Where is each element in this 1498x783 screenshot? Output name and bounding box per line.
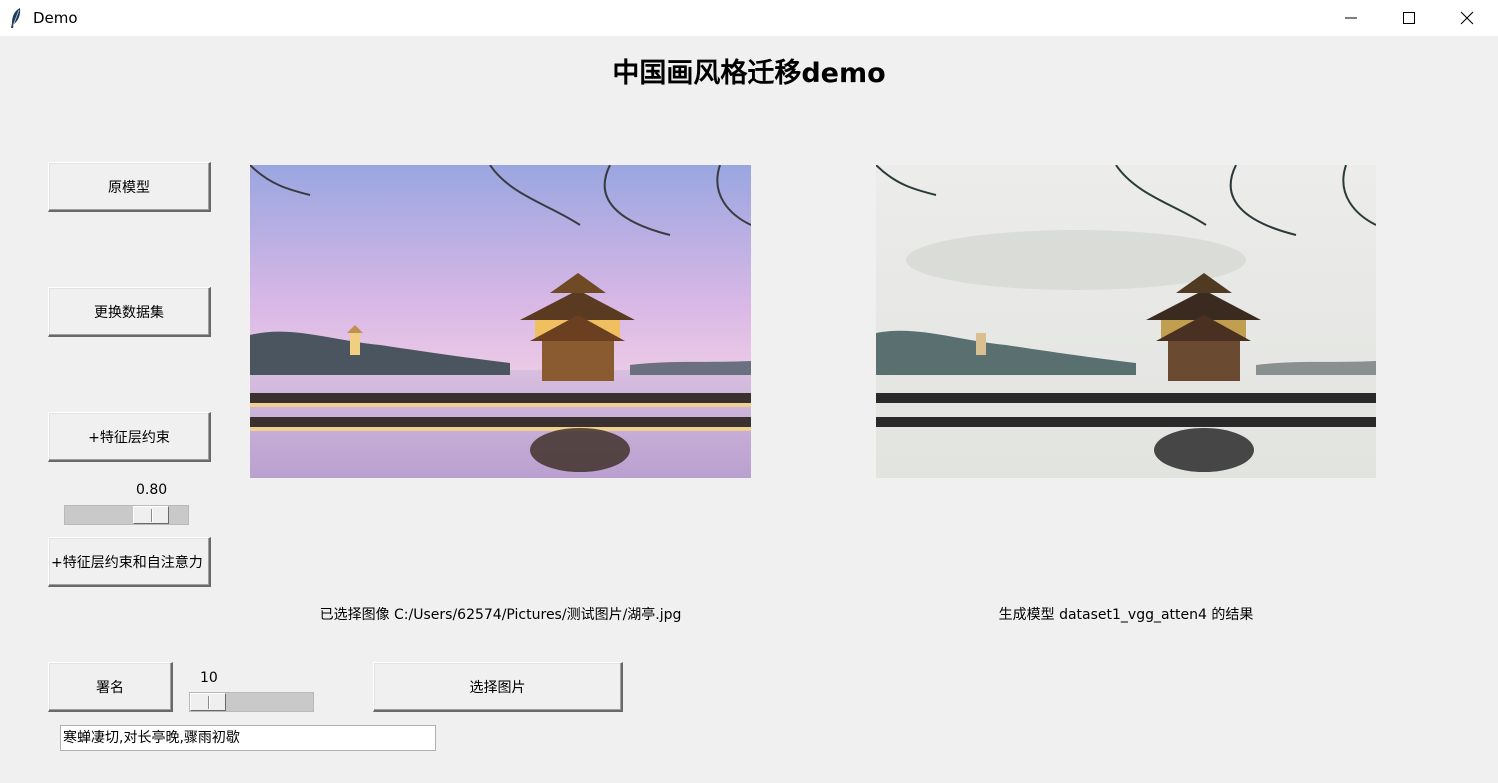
output-image-caption: 生成模型 dataset1_vgg_atten4 的结果 <box>998 607 1254 623</box>
window-title: Demo <box>33 9 78 27</box>
close-icon <box>1460 11 1474 25</box>
signature-size-slider[interactable] <box>189 692 314 712</box>
feature-constraint-button[interactable]: +特征层约束 <box>48 412 211 462</box>
signature-text-input[interactable]: 寒蝉凄切,对长亭晚,骤雨初歇 <box>60 725 436 751</box>
feather-icon <box>11 8 21 28</box>
signature-size-value: 10 <box>200 670 218 686</box>
signature-size-slider-thumb[interactable] <box>190 693 226 711</box>
input-image-caption: 已选择图像 C:/Users/62574/Pictures/测试图片/湖亭.jp… <box>319 607 682 623</box>
close-button[interactable] <box>1438 0 1496 36</box>
choose-image-button[interactable]: 选择图片 <box>373 662 623 712</box>
feature-weight-value: 0.80 <box>136 482 168 498</box>
signature-button[interactable]: 署名 <box>48 662 173 712</box>
minimize-icon <box>1345 17 1357 19</box>
feature-weight-slider[interactable] <box>64 505 189 525</box>
page-title: 中国画风格迁移demo <box>612 58 886 89</box>
maximize-button[interactable] <box>1380 0 1438 36</box>
change-dataset-button[interactable]: 更换数据集 <box>48 287 211 337</box>
maximize-icon <box>1403 12 1415 24</box>
feature-weight-slider-thumb[interactable] <box>133 506 169 524</box>
input-image <box>250 165 751 478</box>
title-bar: Demo <box>0 0 1498 36</box>
feature-attention-button[interactable]: +特征层约束和自注意力 <box>48 537 211 587</box>
output-image <box>876 165 1376 478</box>
original-model-button[interactable]: 原模型 <box>48 162 211 212</box>
minimize-button[interactable] <box>1322 0 1380 36</box>
